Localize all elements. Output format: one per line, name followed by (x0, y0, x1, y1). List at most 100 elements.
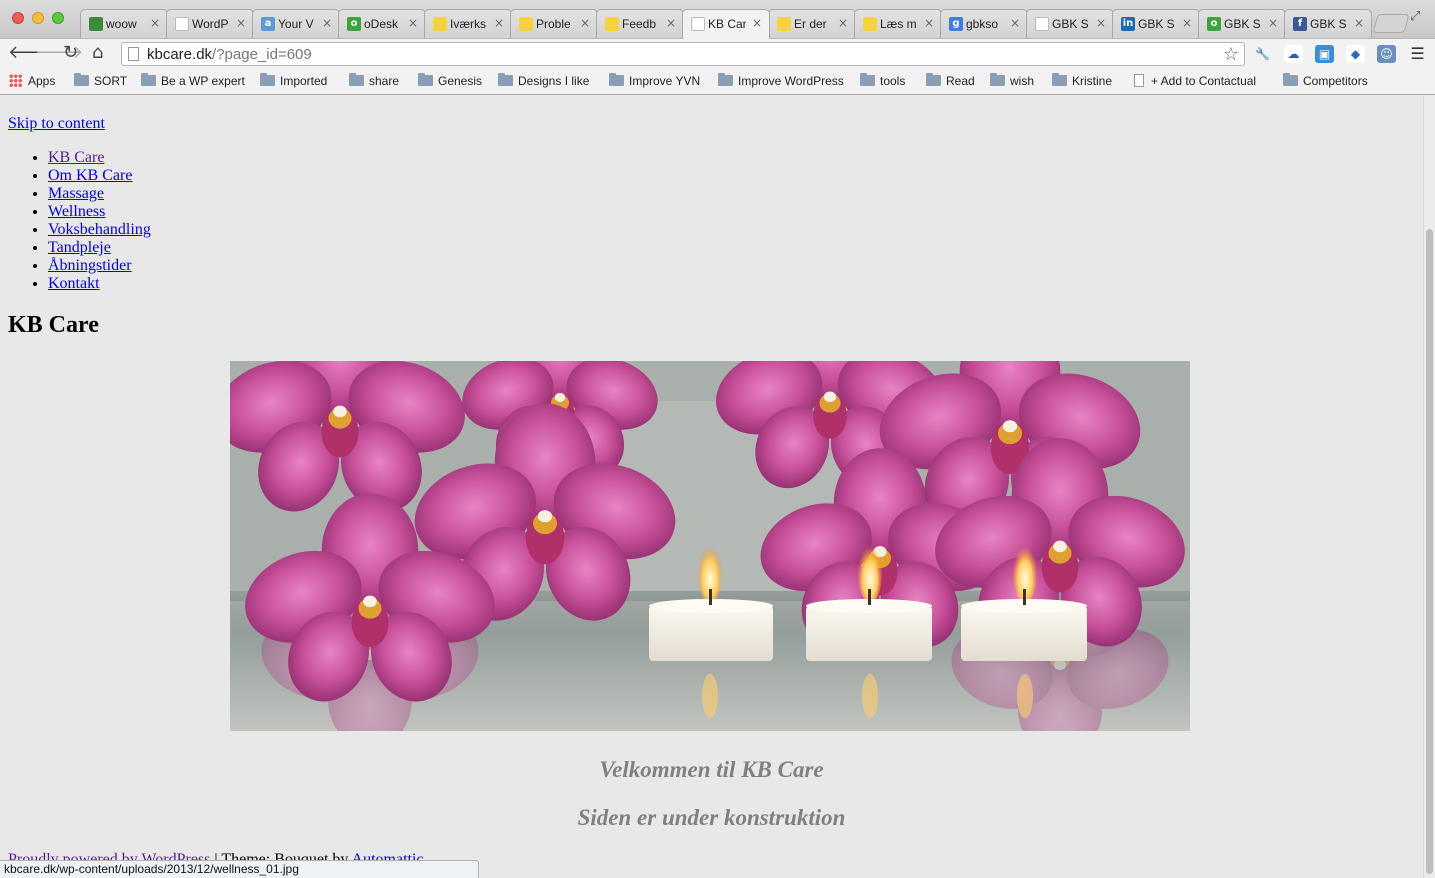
bookmark-label: Competitors (1303, 74, 1368, 88)
url-text[interactable]: kbcare.dk/?page_id=609 (147, 46, 312, 63)
close-window-button[interactable] (12, 12, 24, 24)
browser-tab[interactable]: o GBK S × (1198, 9, 1286, 38)
browser-tab[interactable]: GBK S × (1026, 9, 1114, 38)
site-title: KB Care (8, 312, 99, 338)
profile-icon[interactable]: ☺ (1377, 45, 1396, 63)
tab-close-icon[interactable]: × (1096, 16, 1106, 30)
bookmark-item[interactable]: Competitors (1283, 73, 1368, 88)
reload-icon[interactable]: ↻ (63, 42, 78, 63)
browser-tab[interactable]: in GBK S × (1112, 9, 1200, 38)
menu-item: Wellness (48, 203, 151, 221)
bookmark-item[interactable]: SORT (74, 73, 128, 88)
browser-tab[interactable]: Læs m × (854, 9, 942, 38)
menu-link[interactable]: Massage (48, 185, 104, 202)
scrollbar-thumb[interactable] (1426, 229, 1433, 874)
menu-icon[interactable]: ☰ (1408, 45, 1427, 63)
folder-icon (349, 73, 364, 86)
tab-title: GBK S (1052, 17, 1089, 31)
menu-link[interactable]: Om KB Care (48, 167, 132, 184)
page-scrollbar[interactable] (1423, 96, 1435, 878)
bookmark-item[interactable]: Improve YVN (609, 73, 701, 88)
folder-icon (260, 73, 275, 86)
browser-tab[interactable]: woow × (80, 9, 168, 38)
browser-tab[interactable]: a Your V × (252, 9, 340, 38)
menu-link[interactable]: Voksbehandling (48, 221, 151, 238)
skip-to-content-link[interactable]: Skip to content (8, 115, 105, 133)
browser-tab[interactable]: KB Car × (682, 9, 770, 39)
tab-close-icon[interactable]: × (924, 16, 934, 30)
browser-tab[interactable]: g gbkso × (940, 9, 1028, 38)
tab-close-icon[interactable]: × (580, 16, 590, 30)
menu-link[interactable]: Kontakt (48, 275, 100, 292)
tab-close-icon[interactable]: × (838, 16, 848, 30)
minimize-window-button[interactable] (32, 12, 44, 24)
tab-title: Proble (536, 17, 571, 31)
screen-icon[interactable]: ▣ (1315, 45, 1334, 63)
folder-icon (418, 73, 433, 86)
bookmark-item[interactable]: Kristine (1052, 73, 1113, 88)
browser-tab[interactable]: f GBK S × (1284, 9, 1372, 38)
browser-tab[interactable]: o oDesk × (338, 9, 426, 38)
dropbox-icon[interactable]: ◆ (1346, 45, 1365, 63)
bookmark-item[interactable]: Apps (9, 74, 55, 88)
browser-tab[interactable]: WordP × (166, 9, 254, 38)
new-tab-button[interactable] (1372, 14, 1410, 33)
tab-close-icon[interactable]: × (494, 16, 504, 30)
bookmark-item[interactable]: Improve WordPress (718, 73, 844, 88)
menu-item: Tandpleje (48, 239, 151, 257)
bookmark-item[interactable]: Read (926, 73, 975, 88)
tab-close-icon[interactable]: × (1182, 16, 1192, 30)
url-host: kbcare.dk (147, 46, 213, 63)
bookmark-item[interactable]: tools (860, 73, 905, 88)
bookmark-label: SORT (94, 74, 128, 88)
tab-close-icon[interactable]: × (1268, 16, 1278, 30)
bookmark-item[interactable]: wish (990, 73, 1034, 88)
bookmark-label: Kristine (1072, 74, 1113, 88)
hero-image-orchids-candles[interactable] (230, 361, 1190, 731)
tab-close-icon[interactable]: × (236, 16, 246, 30)
tab-close-icon[interactable]: × (150, 16, 160, 30)
tab-close-icon[interactable]: × (408, 16, 418, 30)
folder-icon (609, 73, 624, 86)
page-icon (128, 47, 139, 61)
bookmark-item[interactable]: share (349, 73, 400, 88)
odesk-icon: o (1207, 17, 1221, 31)
folder-icon (74, 73, 89, 86)
bookmark-item[interactable]: Genesis (418, 73, 482, 88)
page-icon (1134, 74, 1144, 87)
tab-close-icon[interactable]: × (1010, 16, 1020, 30)
bookmark-star-icon[interactable]: ☆ (1223, 44, 1239, 65)
bookmark-item[interactable]: + Add to Contactual (1134, 74, 1256, 88)
bookmark-item[interactable]: Imported (260, 73, 327, 88)
linkedin-icon: in (1121, 17, 1135, 31)
menu-link[interactable]: Åbningstider (48, 257, 132, 274)
tab-title: WordP (192, 17, 229, 31)
browser-tab[interactable]: Er der × (768, 9, 856, 38)
menu-item: Kontakt (48, 275, 151, 293)
tab-close-icon[interactable]: × (322, 16, 332, 30)
menu-link[interactable]: Tandpleje (48, 239, 111, 256)
bookmark-item[interactable]: Designs I like (498, 73, 589, 88)
tab-title: Er der (794, 17, 827, 31)
tab-close-icon[interactable]: × (752, 16, 762, 30)
menu-link[interactable]: KB Care (48, 149, 104, 166)
cloud-icon[interactable]: ☁ (1284, 45, 1303, 63)
folder-icon (498, 73, 513, 86)
tab-close-icon[interactable]: × (1354, 16, 1364, 30)
bookmark-item[interactable]: Be a WP expert (141, 73, 245, 88)
bookmark-label: share (369, 74, 400, 88)
tab-strip: woow × WordP × a Your V × o oDesk × Iværks × Proble ×… (0, 0, 1435, 39)
bookmark-label: Be a WP expert (161, 74, 245, 88)
fullscreen-icon[interactable]: ⤢ (1410, 9, 1420, 24)
menu-link[interactable]: Wellness (48, 203, 105, 220)
zoom-window-button[interactable] (52, 12, 64, 24)
address-bar[interactable]: kbcare.dk/?page_id=609 ☆ (121, 42, 1245, 66)
tab-close-icon[interactable]: × (666, 16, 676, 30)
folder-icon (1052, 73, 1067, 86)
bookmark-label: Improve YVN (629, 74, 701, 88)
browser-tab[interactable]: Iværks × (424, 9, 512, 38)
home-icon[interactable]: ⌂ (92, 42, 103, 63)
browser-tab[interactable]: Proble × (510, 9, 598, 38)
wrench-icon[interactable]: 🔧 (1253, 45, 1272, 63)
browser-tab[interactable]: Feedb × (596, 9, 684, 38)
